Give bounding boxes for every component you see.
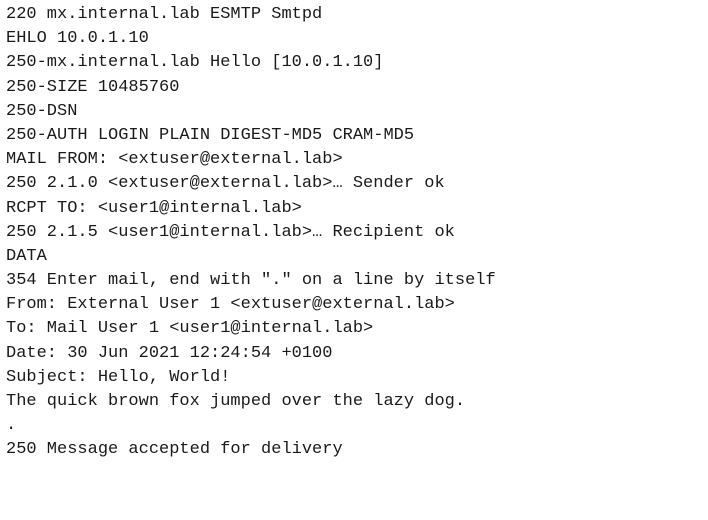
mail-from-command-line: MAIL FROM: <extuser@external.lab> (6, 150, 343, 170)
server-greeting-line: 220 mx.internal.lab ESMTP Smtpd (6, 5, 323, 24)
dsn-capability-line: 250-DSN (6, 101, 78, 121)
auth-capability-line: 250-AUTH LOGIN PLAIN DIGEST-MD5 CRAM-MD5 (6, 125, 415, 145)
from-header-line: From: External User 1 <extuser@external.… (6, 295, 455, 315)
ehlo-command-line: EHLO 10.0.1.10 (6, 29, 149, 49)
ehlo-response-line: 250-mx.internal.lab Hello [10.0.1.10] (6, 53, 384, 73)
data-command-line: DATA (6, 246, 47, 266)
data-response-line: 354 Enter mail, end with "." on a line b… (6, 271, 496, 291)
subject-header-line: Subject: Hello, World! (6, 367, 231, 387)
size-capability-line: 250-SIZE 10485760 (6, 77, 180, 97)
date-header-line: Date: 30 Jun 2021 12:24:54 +0100 (6, 343, 333, 363)
message-accepted-line: 250 Message accepted for delivery (6, 440, 343, 460)
rcpt-to-command-line: RCPT TO: <user1@internal.lab> (6, 198, 302, 218)
smtp-transcript: 220 mx.internal.lab ESMTP Smtpd EHLO 10.… (0, 0, 708, 520)
to-header-line: To: Mail User 1 <user1@internal.lab> (6, 319, 374, 339)
message-body-line: The quick brown fox jumped over the lazy… (6, 392, 466, 411)
end-of-data-line: . (6, 416, 17, 436)
recipient-ok-response-line: 250 2.1.5 <user1@internal.lab>… Recipien… (6, 222, 455, 242)
sender-ok-response-line: 250 2.1.0 <extuser@external.lab>… Sender… (6, 174, 445, 194)
